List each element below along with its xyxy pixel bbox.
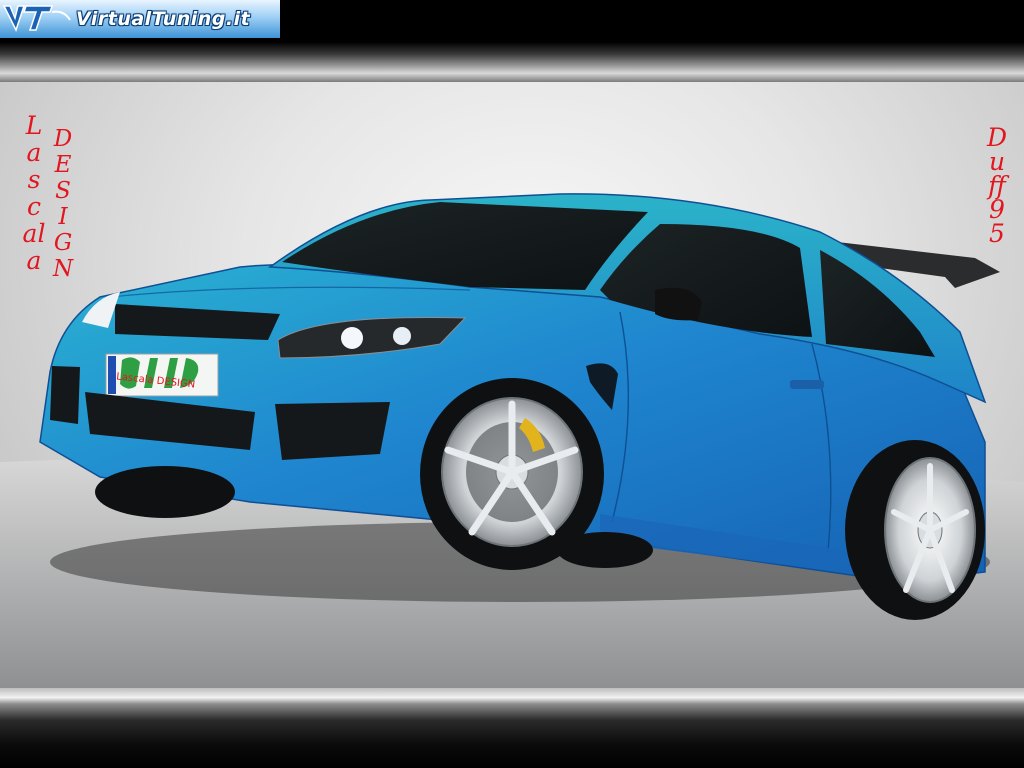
car-illustration: Lascala DESIGN xyxy=(0,193,1024,688)
license-plate: Lascala DESIGN xyxy=(105,353,219,397)
frame-top-bar xyxy=(0,42,1024,82)
photo-scene: Lascala DESIGN Lascala DESIGN Duff95 xyxy=(0,82,1024,688)
front-wheel xyxy=(441,397,583,547)
signature-author: Duff95 xyxy=(986,123,1008,248)
site-logo-banner[interactable]: VT VirtualTuning.it xyxy=(0,0,280,38)
signature-lascala: Lascala xyxy=(22,111,46,275)
site-logo-text: VirtualTuning.it xyxy=(76,8,251,30)
rear-wheel xyxy=(884,457,976,603)
vt-logo-icon: VT xyxy=(2,5,71,32)
frame-bottom-bar xyxy=(0,688,1024,768)
signature-design: DESIGN xyxy=(52,126,74,282)
